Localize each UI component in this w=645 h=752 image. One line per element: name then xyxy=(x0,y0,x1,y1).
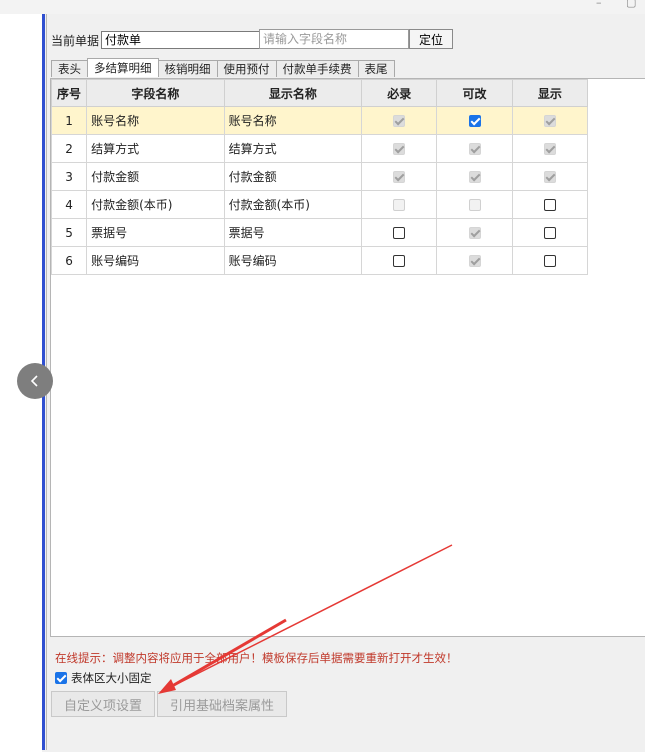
row-visible-cell xyxy=(511,106,589,135)
field-table: 序号 字段名称 显示名称 必录 可改 显示 1 账号名称 账号名称 2 结算方式 结算方式… xyxy=(50,79,589,275)
row-required-cell xyxy=(361,218,438,247)
required-checkbox xyxy=(393,143,406,155)
visible-checkbox xyxy=(543,171,556,183)
table-row[interactable]: 2 结算方式 结算方式 xyxy=(50,134,589,163)
col-header-visible: 显示 xyxy=(511,79,589,107)
row-field-name: 票据号 xyxy=(86,218,225,247)
required-checkbox xyxy=(393,115,406,127)
required-checkbox[interactable] xyxy=(393,227,406,239)
row-seq: 3 xyxy=(50,162,88,191)
table-row[interactable]: 1 账号名称 账号名称 xyxy=(50,106,589,135)
collapse-panel-button[interactable] xyxy=(17,363,53,399)
row-field-name: 付款金额 xyxy=(86,162,225,191)
row-display-name[interactable]: 账号编码 xyxy=(223,246,363,275)
row-required-cell xyxy=(361,190,438,219)
visible-checkbox xyxy=(543,143,556,155)
row-display-name[interactable]: 账号名称 xyxy=(223,106,363,135)
row-display-name[interactable]: 票据号 xyxy=(223,218,363,247)
tab-1[interactable]: 多结算明细 xyxy=(87,58,159,77)
custom-fields-button[interactable]: 自定义项设置 xyxy=(51,691,155,717)
col-header-display: 显示名称 xyxy=(223,79,363,107)
fixed-size-option[interactable]: 表体区大小固定 xyxy=(55,670,152,686)
maximize-icon[interactable]: ▢ xyxy=(626,0,636,9)
editable-checkbox xyxy=(468,171,481,183)
chevron-left-icon xyxy=(30,375,38,387)
minimize-icon[interactable]: – xyxy=(596,0,602,9)
visible-checkbox[interactable] xyxy=(543,255,556,267)
visible-checkbox xyxy=(543,115,556,127)
required-checkbox[interactable] xyxy=(393,255,406,267)
row-editable-cell xyxy=(436,162,513,191)
row-seq: 5 xyxy=(50,218,88,247)
fixed-size-label: 表体区大小固定 xyxy=(71,671,152,685)
tab-0[interactable]: 表头 xyxy=(51,60,88,77)
editable-checkbox xyxy=(468,227,481,239)
editable-checkbox xyxy=(468,199,481,211)
row-display-name[interactable]: 结算方式 xyxy=(223,134,363,163)
editable-checkbox[interactable] xyxy=(468,115,481,127)
field-search-input[interactable] xyxy=(259,29,409,49)
row-seq: 1 xyxy=(50,106,88,135)
table-area: 序号 字段名称 显示名称 必录 可改 显示 1 账号名称 账号名称 2 结算方式 结算方式… xyxy=(50,78,645,637)
row-field-name: 付款金额(本币) xyxy=(86,190,225,219)
table-row[interactable]: 3 付款金额 付款金额 xyxy=(50,162,589,191)
row-visible-cell xyxy=(511,190,589,219)
col-header-seq: 序号 xyxy=(50,79,88,107)
row-editable-cell xyxy=(436,218,513,247)
required-checkbox xyxy=(393,199,406,211)
row-visible-cell xyxy=(511,218,589,247)
row-seq: 2 xyxy=(50,134,88,163)
table-row[interactable]: 4 付款金额(本币) 付款金额(本币) xyxy=(50,190,589,219)
col-header-required: 必录 xyxy=(361,79,438,107)
row-visible-cell xyxy=(511,246,589,275)
row-visible-cell xyxy=(511,162,589,191)
fixed-size-checkbox[interactable] xyxy=(55,672,67,684)
tab-2[interactable]: 核销明细 xyxy=(157,60,218,77)
editable-checkbox xyxy=(468,255,481,267)
col-header-editable: 可改 xyxy=(436,79,513,107)
row-required-cell xyxy=(361,162,438,191)
row-editable-cell xyxy=(436,134,513,163)
reference-archive-button[interactable]: 引用基础档案属性 xyxy=(157,691,287,717)
locate-button[interactable]: 定位 xyxy=(409,29,453,49)
current-doc-row: 当前单据 xyxy=(51,30,264,50)
row-display-name[interactable]: 付款金额 xyxy=(223,162,363,191)
visible-checkbox[interactable] xyxy=(543,199,556,211)
required-checkbox xyxy=(393,171,406,183)
row-seq: 6 xyxy=(50,246,88,275)
row-editable-cell xyxy=(436,106,513,135)
top-strip: – ▢ xyxy=(0,0,645,14)
row-display-name[interactable]: 付款金额(本币) xyxy=(223,190,363,219)
editable-checkbox xyxy=(468,143,481,155)
current-doc-field[interactable] xyxy=(101,31,264,49)
row-visible-cell xyxy=(511,134,589,163)
row-field-name: 结算方式 xyxy=(86,134,225,163)
row-seq: 4 xyxy=(50,190,88,219)
row-required-cell xyxy=(361,134,438,163)
tab-5[interactable]: 表尾 xyxy=(357,60,395,77)
template-settings-panel: 当前单据 定位 表头多结算明细核销明细使用预付付款单手续费表尾 序号 字段名称 … xyxy=(47,14,645,752)
table-header-row: 序号 字段名称 显示名称 必录 可改 显示 xyxy=(50,79,589,107)
row-field-name: 账号名称 xyxy=(86,106,225,135)
row-editable-cell xyxy=(436,246,513,275)
table-row[interactable]: 5 票据号 票据号 xyxy=(50,218,589,247)
row-field-name: 账号编码 xyxy=(86,246,225,275)
online-hint: 在线提示：调整内容将应用于全部用户！模板保存后单据需要重新打开才生效！ xyxy=(55,651,458,665)
tab-bar: 表头 多结算明细 核销明细 使用预付 付款单手续费 表尾 xyxy=(51,58,395,78)
tab-4[interactable]: 付款单手续费 xyxy=(275,60,359,77)
row-required-cell xyxy=(361,106,438,135)
row-required-cell xyxy=(361,246,438,275)
table-row[interactable]: 6 账号编码 账号编码 xyxy=(50,246,589,275)
tab-3[interactable]: 使用预付 xyxy=(216,60,277,77)
row-editable-cell xyxy=(436,190,513,219)
current-doc-label: 当前单据 xyxy=(51,33,100,48)
col-header-field: 字段名称 xyxy=(86,79,225,107)
visible-checkbox[interactable] xyxy=(543,227,556,239)
